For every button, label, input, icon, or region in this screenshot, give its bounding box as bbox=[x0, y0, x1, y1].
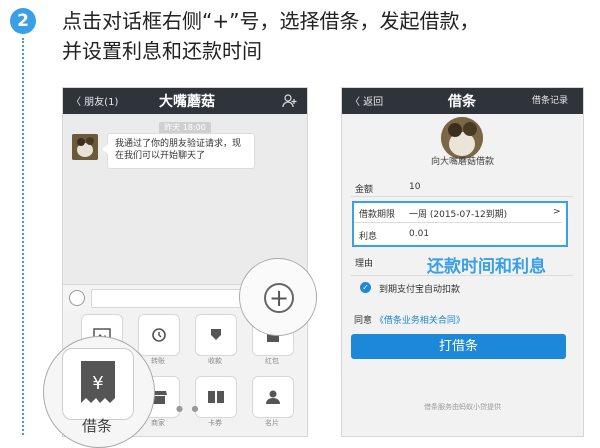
chat-title: 大嘴蘑菇 bbox=[159, 94, 215, 110]
step-title: 点击对话框右侧“+”号，选择借条，发起借款， 并设置利息和还款时间 bbox=[62, 6, 479, 66]
agree-prefix: 同意 bbox=[354, 316, 373, 326]
redpacket-label: 红包 bbox=[265, 357, 279, 365]
person-icon bbox=[266, 390, 280, 404]
transfer-tile[interactable] bbox=[138, 314, 180, 356]
annotation-text: 还款时间和利息 bbox=[427, 257, 546, 277]
receipt-icon: ¥ bbox=[81, 361, 115, 403]
plus-button[interactable]: + bbox=[264, 283, 294, 313]
message-bubble: 我通过了你的朋友验证请求，现在我们可以开始聊天了 bbox=[102, 133, 255, 169]
amount-label: 金额 bbox=[355, 185, 374, 195]
jietiao-tile[interactable]: ¥ bbox=[62, 348, 134, 420]
agreement-text: 同意 《借条业务相关合同》 bbox=[354, 313, 465, 326]
amount-value[interactable]: 10 bbox=[409, 182, 420, 192]
loan-navbar: 〈 返回 借条 借条记录 bbox=[342, 88, 583, 114]
download-icon bbox=[211, 329, 221, 340]
book-icon bbox=[208, 391, 224, 403]
loan-screen: 〈 返回 借条 借条记录 向大嘴蘑菇借款 金额 10 借款期限 一周 (2015… bbox=[341, 87, 584, 437]
refresh-icon bbox=[152, 328, 166, 342]
voice-toggle-icon[interactable] bbox=[69, 290, 85, 306]
page-dots: ● ● bbox=[176, 404, 202, 413]
receive-label: 收款 bbox=[208, 357, 222, 365]
coupon-label: 卡券 bbox=[208, 419, 222, 427]
jietiao-label: 借条 bbox=[82, 417, 113, 435]
receive-tile[interactable] bbox=[195, 314, 237, 356]
yen-glyph: ¥ bbox=[92, 373, 103, 394]
row-divider bbox=[351, 196, 573, 197]
submit-loan-button[interactable]: 打借条 bbox=[351, 334, 566, 359]
term-label: 借款期限 bbox=[359, 210, 396, 220]
contact-avatar bbox=[72, 134, 98, 160]
back-button[interactable]: 〈 朋友(1) bbox=[71, 93, 118, 108]
back-button[interactable]: 〈 返回 bbox=[350, 93, 383, 108]
lender-avatar bbox=[441, 117, 483, 159]
term-value[interactable]: 一周 (2015-07-12到期) bbox=[409, 207, 507, 220]
chat-navbar: 〈 朋友(1) 大嘴蘑菇 bbox=[63, 88, 307, 114]
message-input[interactable] bbox=[91, 289, 243, 308]
card-label: 名片 bbox=[265, 419, 279, 427]
reason-label: 理由 bbox=[355, 259, 374, 269]
interest-value[interactable]: 0.01 bbox=[409, 229, 429, 239]
lender-name: 向大嘴蘑菇借款 bbox=[430, 157, 494, 167]
card-tile[interactable] bbox=[252, 376, 294, 418]
step-number-badge: 2 bbox=[10, 8, 36, 34]
loan-records-link[interactable]: 借条记录 bbox=[532, 93, 568, 106]
row-divider bbox=[354, 222, 562, 223]
contract-link[interactable]: 《借条业务相关合同》 bbox=[375, 316, 465, 326]
step-title-line1: 点击对话框右侧“+”号，选择借条，发起借款， bbox=[62, 9, 480, 33]
checkmark-icon[interactable]: ✓ bbox=[360, 282, 371, 293]
service-footer: 借条服务由蚂蚁小贷提供 bbox=[424, 403, 501, 411]
step-title-line2: 并设置利息和还款时间 bbox=[62, 39, 262, 63]
autopay-label: 到期支付宝自动扣款 bbox=[379, 285, 461, 295]
loan-title: 借条 bbox=[448, 94, 476, 110]
interest-label: 利息 bbox=[359, 232, 378, 242]
timeline-dotted-line bbox=[22, 38, 24, 435]
contact-info-icon[interactable] bbox=[282, 93, 298, 113]
row-divider bbox=[351, 275, 573, 276]
chevron-right-icon: > bbox=[553, 207, 561, 217]
